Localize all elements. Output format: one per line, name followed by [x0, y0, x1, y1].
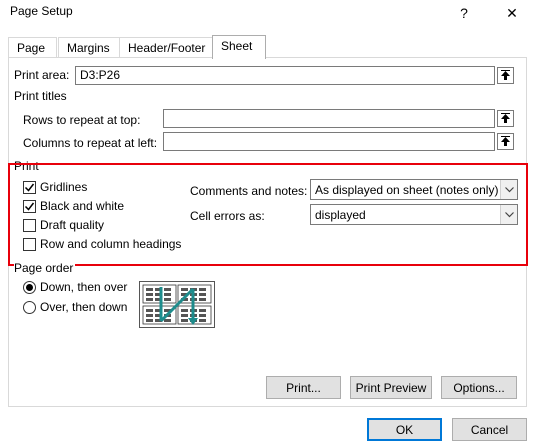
radio-selected-dot	[26, 284, 33, 291]
cancel-button[interactable]: Cancel	[452, 418, 527, 441]
window-title: Page Setup	[10, 4, 73, 18]
print-button[interactable]: Print...	[266, 376, 341, 399]
print-area-label: Print area:	[14, 68, 70, 82]
rows-to-repeat-label: Rows to repeat at top:	[23, 113, 141, 127]
rows-to-repeat-input[interactable]	[163, 109, 495, 128]
page-order-preview-icon	[139, 281, 215, 328]
comments-notes-value: As displayed on sheet (notes only)	[315, 182, 499, 197]
down-then-over-radio[interactable]	[23, 281, 36, 294]
cell-errors-value: displayed	[315, 207, 366, 222]
checkmark-icon	[24, 183, 35, 192]
collapse-arrow-icon	[501, 136, 510, 146]
chevron-down-icon	[500, 205, 517, 224]
cell-errors-label: Cell errors as:	[190, 209, 265, 223]
close-button[interactable]: ✕	[490, 0, 534, 26]
collapse-arrow-icon	[501, 113, 510, 123]
columns-to-repeat-label: Columns to repeat at left:	[23, 136, 158, 150]
options-button[interactable]: Options...	[441, 376, 517, 399]
print-preview-button[interactable]: Print Preview	[350, 376, 432, 399]
tab-sheet[interactable]: Sheet	[212, 35, 266, 59]
gridlines-checkbox[interactable]	[23, 181, 36, 194]
collapse-arrow-icon	[501, 70, 510, 80]
comments-notes-select[interactable]: As displayed on sheet (notes only)	[310, 179, 518, 200]
down-then-over-label: Down, then over	[40, 280, 128, 294]
tab-page[interactable]: Page	[8, 37, 57, 58]
ok-button[interactable]: OK	[367, 418, 442, 441]
print-section-label: Print	[14, 159, 41, 173]
print-area-collapse-button[interactable]	[497, 67, 514, 84]
black-and-white-checkbox[interactable]	[23, 200, 36, 213]
rows-collapse-button[interactable]	[497, 110, 514, 127]
chevron-down-icon	[500, 180, 517, 199]
help-button[interactable]: ?	[442, 0, 486, 26]
page-order-section-label: Page order	[14, 261, 76, 275]
columns-to-repeat-input[interactable]	[163, 132, 495, 151]
print-titles-section-label: Print titles	[14, 89, 69, 103]
row-col-headings-checkbox[interactable]	[23, 238, 36, 251]
tab-header-footer[interactable]: Header/Footer	[119, 37, 216, 58]
comments-notes-label: Comments and notes:	[190, 184, 308, 198]
cell-errors-select[interactable]: displayed	[310, 204, 518, 225]
print-area-input[interactable]: D3:P26	[75, 66, 495, 85]
columns-collapse-button[interactable]	[497, 133, 514, 150]
draft-quality-checkbox[interactable]	[23, 219, 36, 232]
checkmark-icon	[24, 202, 35, 211]
tab-margins[interactable]: Margins	[58, 37, 126, 58]
over-then-down-label: Over, then down	[40, 300, 128, 314]
gridlines-label: Gridlines	[40, 180, 88, 194]
row-col-headings-label: Row and column headings	[40, 237, 182, 251]
draft-quality-label: Draft quality	[40, 218, 105, 232]
over-then-down-radio[interactable]	[23, 301, 36, 314]
black-and-white-label: Black and white	[40, 199, 125, 213]
